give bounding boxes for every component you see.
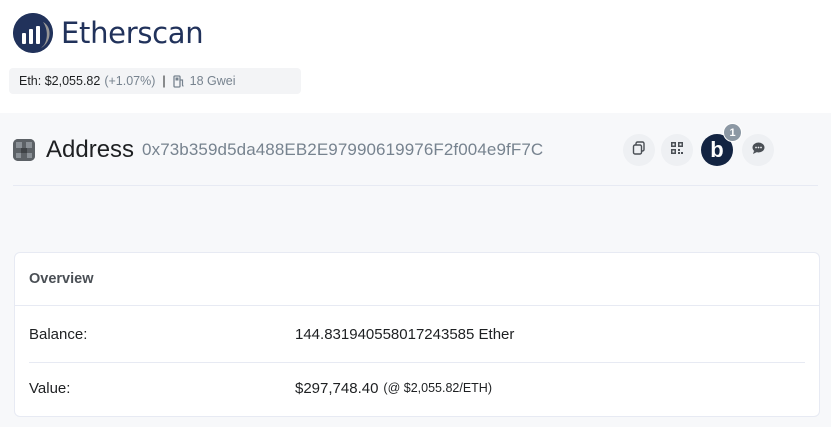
blockscan-chat-icon: b — [710, 137, 724, 162]
site-header: Etherscan Eth: $2,055.82 (+1.07%) | 18 G… — [0, 0, 831, 113]
balance-row: Balance: 144.831940558017243585 Ether — [29, 309, 805, 359]
overview-heading: Overview — [29, 271, 94, 287]
notification-count: 1 — [729, 126, 736, 139]
address-hash[interactable]: 0x73b359d5da488EB2E97990619976F2f004e9fF… — [142, 140, 543, 160]
notification-badge: 1 — [723, 123, 742, 142]
address-avatar-icon — [13, 139, 35, 161]
balance-value: 144.831940558017243585 Ether — [295, 325, 515, 343]
comment-button[interactable] — [742, 134, 774, 166]
value-label: Value: — [29, 379, 71, 397]
price-separator: | — [162, 74, 166, 88]
value-amount: $297,748.40 — [295, 379, 379, 397]
qr-code-button[interactable] — [661, 134, 693, 166]
gas-pump-icon — [173, 74, 185, 88]
address-header: Address 0x73b359d5da488EB2E97990619976F2… — [13, 123, 818, 170]
eth-price-bar: Eth: $2,055.82 (+1.07%) | 18 Gwei — [9, 68, 301, 94]
logo-text: Etherscan — [61, 16, 204, 50]
page-title: Address — [46, 136, 135, 163]
overview-card: Overview Balance: 144.831940558017243585… — [14, 252, 820, 417]
qr-code-icon — [670, 141, 684, 160]
value-rate: (@ $2,055.82/ETH) — [383, 381, 492, 395]
overview-title: Overview — [15, 253, 819, 306]
copy-address-button[interactable] — [623, 134, 655, 166]
comment-icon — [751, 141, 766, 160]
header-divider — [13, 185, 818, 186]
eth-price: Eth: $2,055.82 — [19, 74, 101, 88]
eth-price-change: (+1.07%) — [104, 74, 156, 88]
balance-label: Balance: — [29, 325, 88, 343]
copy-icon — [632, 140, 646, 160]
gas-price[interactable]: 18 Gwei — [190, 74, 236, 88]
etherscan-logo-icon — [13, 13, 53, 53]
value-row: Value: $297,748.40 (@ $2,055.82/ETH) — [29, 363, 805, 413]
etherscan-logo[interactable]: Etherscan — [13, 13, 204, 53]
